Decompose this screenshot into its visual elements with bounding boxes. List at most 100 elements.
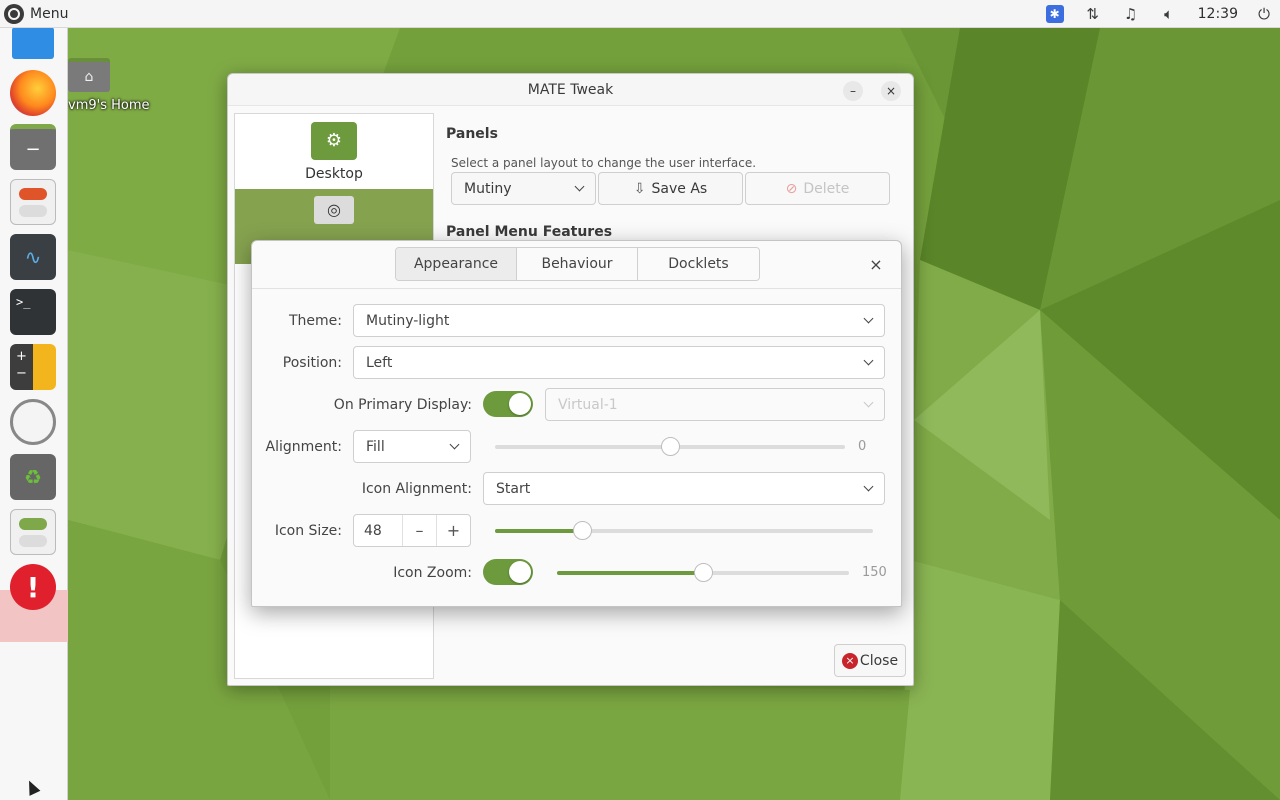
system-monitor-icon[interactable]: ∿ [10,234,56,280]
close-icon: × [841,652,858,669]
file-manager-icon[interactable] [10,26,56,72]
icon-size-spinner: 48 – + [353,514,471,547]
panel-layout-dropdown[interactable]: Mutiny [451,172,596,205]
theme-row: Theme: Mutiny-light [252,304,903,337]
delete-button[interactable]: ⊘ Delete [745,172,890,205]
icon-size-slider-fill [495,529,582,533]
primary-display-label: On Primary Display: [333,396,472,413]
display-value: Virtual-1 [558,396,618,413]
panel-menu-features-heading: Panel Menu Features [446,224,613,240]
calculator-icon[interactable]: + − [10,344,56,390]
save-icon: ⇩ [633,180,646,197]
panel-preferences-dialog: Appearance Behaviour Docklets × Theme: M… [251,240,902,607]
files-icon[interactable]: − [10,124,56,170]
alignment-slider[interactable] [495,437,845,456]
desktop-home-label: vm9's Home [68,98,150,113]
icon-size-value[interactable]: 48 [354,523,402,539]
position-value: Left [366,354,393,371]
window-close-button[interactable]: × [881,81,901,101]
alignment-slider-thumb[interactable] [661,437,680,456]
sidebar-item-desktop[interactable]: ⚙ Desktop [235,114,433,189]
tweak-toggle-icon[interactable] [10,509,56,555]
icon-zoom-label: Icon Zoom: [393,564,472,581]
terminal-icon[interactable]: >_ [10,289,56,335]
increment-button[interactable]: + [436,515,470,546]
theme-value: Mutiny-light [366,312,450,329]
delete-label: Delete [803,180,850,197]
icon-alignment-dropdown[interactable]: Start [483,472,885,505]
theme-dropdown[interactable]: Mutiny-light [353,304,885,337]
chevron-down-icon [863,313,874,324]
home-folder-icon: ⌂ [68,58,110,92]
panels-heading: Panels [446,126,498,142]
icon-zoom-slider-thumb[interactable] [694,563,713,582]
alignment-value: Fill [366,438,385,455]
position-row: Position: Left [252,346,903,379]
chevron-down-icon [574,181,585,192]
desktop-settings-icon: ⚙ [311,121,357,160]
panel-layout-value: Mutiny [464,180,512,197]
ubuntu-mate-logo-icon [4,3,24,24]
icon-alignment-label: Icon Alignment: [361,480,472,497]
panels-hint: Select a panel layout to change the user… [451,156,757,170]
primary-display-row: On Primary Display: Virtual-1 [252,388,903,421]
icon-alignment-value: Start [496,480,531,497]
theme-label: Theme: [288,312,342,329]
alignment-label: Alignment: [265,438,342,455]
save-as-label: Save As [651,180,708,197]
notification-bell-icon[interactable]: ♫ [1112,0,1150,28]
chevron-down-icon [449,439,460,450]
dialog-header: Appearance Behaviour Docklets × [252,241,901,289]
chevron-down-icon [863,481,874,492]
window-titlebar[interactable]: MATE Tweak – × [228,74,913,106]
decrement-button[interactable]: – [402,515,436,546]
clock-icon[interactable] [10,399,56,445]
close-button[interactable]: × Close [834,644,906,677]
volume-icon[interactable]: 🔈︎ [1150,0,1188,28]
icon-zoom-row: Icon Zoom: 150 [252,556,903,589]
trash-icon[interactable]: ♻ [10,454,56,500]
error-alert-icon[interactable]: ! [10,564,56,610]
main-menu-button[interactable]: Menu [0,0,72,28]
chevron-down-icon [863,355,874,366]
clock[interactable]: 12:39 [1188,6,1248,22]
dock: − ∿ >_ + − ♻ ! [0,26,68,800]
icon-size-slider-thumb[interactable] [572,521,592,540]
dialog-close-button[interactable]: × [865,253,887,275]
alignment-slider-value: 0 [858,439,867,454]
display-dropdown[interactable]: Virtual-1 [545,388,885,421]
panel-settings-icon: ◎ [314,195,354,224]
icon-size-label: Icon Size: [274,522,342,539]
primary-display-toggle[interactable] [483,391,533,417]
alignment-row: Alignment: Fill 0 [252,430,903,463]
firefox-icon[interactable] [10,70,56,116]
tab-docklets[interactable]: Docklets [638,248,759,280]
minimize-button[interactable]: – [843,81,863,101]
sidebar-item-label: Desktop [305,165,363,182]
chevron-down-icon [863,397,874,408]
icon-alignment-row: Icon Alignment: Start [252,472,903,505]
position-dropdown[interactable]: Left [353,346,885,379]
power-icon[interactable]: ⏻ [1248,0,1280,28]
system-tray: ✱ ⇅ ♫ 🔈︎ 12:39 ⏻ [1036,0,1280,28]
position-label: Position: [282,354,342,371]
delete-icon: ⊘ [785,180,798,197]
window-title: MATE Tweak [527,81,614,98]
icon-zoom-slider[interactable] [557,563,849,582]
icon-size-slider[interactable] [495,521,873,540]
settings-toggle-icon[interactable] [10,179,56,225]
desktop-home-icon[interactable]: ⌂ vm9's Home [68,58,154,113]
close-label: Close [859,652,899,669]
network-icon[interactable]: ⇅ [1074,0,1112,28]
icon-zoom-toggle[interactable] [483,559,533,585]
alignment-dropdown[interactable]: Fill [353,430,471,463]
icon-zoom-slider-fill [557,571,703,575]
menu-label: Menu [30,5,69,22]
tab-behaviour[interactable]: Behaviour [517,248,638,280]
accessibility-icon[interactable]: ✱ [1036,0,1074,28]
tab-appearance[interactable]: Appearance [396,248,517,280]
top-panel: Menu ✱ ⇅ ♫ 🔈︎ 12:39 ⏻ [0,0,1280,28]
panel-layout-row: Mutiny ⇩ Save As ⊘ Delete [446,172,906,205]
main-content: Panels Select a panel layout to change t… [446,113,906,240]
save-as-button[interactable]: ⇩ Save As [598,172,743,205]
